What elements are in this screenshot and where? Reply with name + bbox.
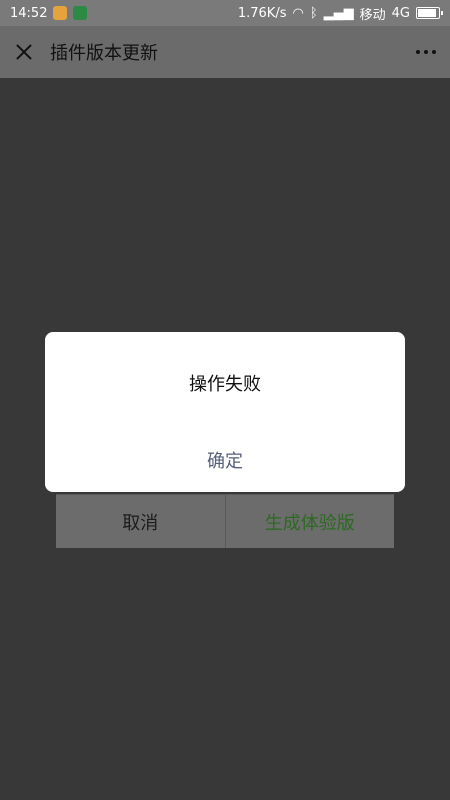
status-left: 14:52 xyxy=(10,5,88,21)
cancel-button[interactable]: 取消 xyxy=(56,495,226,548)
battery-fill xyxy=(418,9,436,17)
network-speed: 1.76K/s xyxy=(237,5,287,21)
signal-icon: ▂▄▆ xyxy=(323,5,354,21)
status-right: 1.76K/s ◠ ᛒ ▂▄▆ 移动 4G xyxy=(237,4,443,23)
battery-icon xyxy=(416,7,443,19)
network-type: 4G xyxy=(391,5,410,21)
app-notification-icon xyxy=(73,6,88,20)
wifi-icon: ◠ xyxy=(292,5,304,21)
carrier-name: 移动 xyxy=(359,7,386,23)
close-icon[interactable] xyxy=(14,42,34,62)
page-title: 插件版本更新 xyxy=(50,43,158,64)
status-time: 14:52 xyxy=(10,5,48,21)
status-bar: 14:52 1.76K/s ◠ ᛒ ▂▄▆ 移动 4G xyxy=(0,0,450,26)
bluetooth-icon: ᛒ xyxy=(309,5,318,21)
action-buttons: 取消 生成体验版 xyxy=(56,494,394,548)
more-icon[interactable] xyxy=(416,50,436,54)
nav-bar: 插件版本更新 xyxy=(0,26,450,78)
dialog-message: 操作失败 xyxy=(189,374,261,395)
app-notification-icon xyxy=(53,6,68,20)
confirm-button[interactable]: 确定 xyxy=(175,442,275,478)
alert-dialog: 操作失败 确定 xyxy=(45,332,405,492)
create-trial-version-button[interactable]: 生成体验版 xyxy=(226,495,395,548)
